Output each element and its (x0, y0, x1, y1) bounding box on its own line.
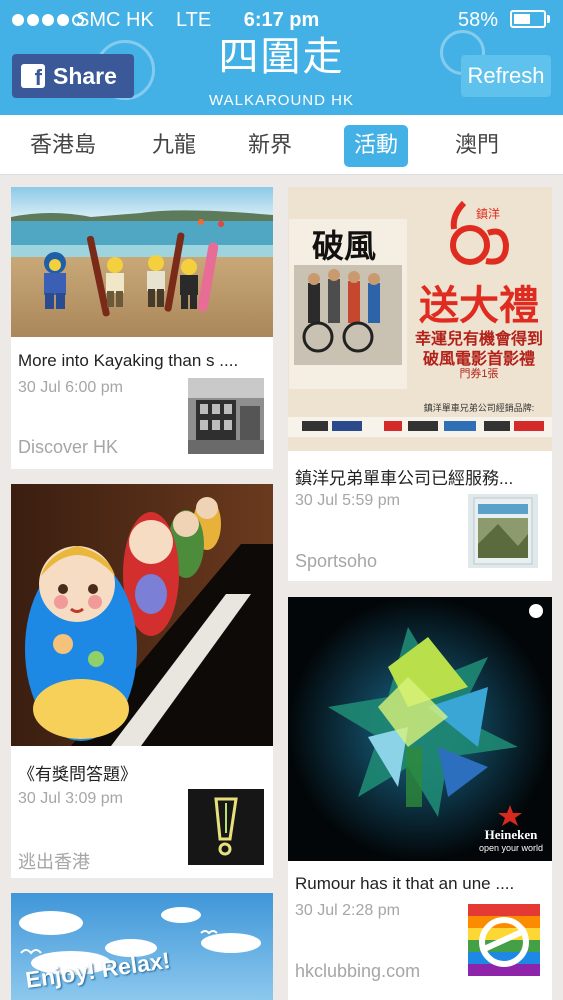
battery-percent: 58% (458, 9, 499, 31)
facebook-icon: f (21, 64, 45, 88)
carrier-label: SMC HK (76, 9, 154, 31)
battery-tip (547, 15, 550, 23)
card-source: hkclubbing.com (295, 961, 421, 981)
card-time: 30 Jul 6:00 pm (18, 379, 123, 396)
kayaking-photo (11, 187, 273, 337)
promo-number: 65 (466, 217, 467, 218)
tab-hong-kong-island[interactable]: 香港島 (20, 125, 106, 167)
card-source: Sportsoho (295, 551, 378, 571)
card-source: Discover HK (18, 437, 119, 457)
card-title: Rumour has it that an une .... (295, 874, 515, 893)
tab-new-territories[interactable]: 新界 (238, 125, 302, 167)
feed-card[interactable]: More into Kayaking than s .... 30 Jul 6:… (11, 187, 273, 469)
signal-strength-icon (12, 13, 84, 27)
category-tabs: 香港島 九龍 新界 活動 澳門 (0, 115, 563, 175)
poster-title: 破風 (312, 227, 377, 265)
beer-brand: Heineken (484, 827, 538, 842)
feed-card[interactable]: 破風 鎮洋 65 送大禮 幸運兒有機會得到 破風電影首影禮 門券1張 鎮洋單車兄… (288, 187, 552, 581)
matryoshka-photo (11, 484, 273, 746)
refresh-button[interactable]: Refresh (461, 55, 551, 97)
source-thumbnail (468, 904, 540, 976)
beer-tagline: open your world (478, 843, 544, 853)
card-time: 30 Jul 3:09 pm (18, 790, 123, 807)
battery-icon (510, 10, 546, 28)
card-source: 逃出香港 (18, 852, 90, 872)
feed-card[interactable]: Enjoy! Relax! (11, 893, 273, 1000)
source-thumbnail (188, 789, 264, 865)
source-thumbnail (188, 378, 264, 454)
card-title: 鎮洋兄弟單車公司已經服務... (295, 469, 514, 488)
promo-headline: 送大禮 (419, 283, 539, 329)
promo-line: 門券1張 (459, 368, 499, 380)
card-title: More into Kayaking than s .... (18, 351, 239, 370)
share-button[interactable]: f Share (12, 54, 134, 98)
tab-events[interactable]: 活動 (344, 125, 408, 167)
promo-sponsor-line: 鎮洋單車兄弟公司經銷品牌: (423, 403, 535, 413)
app-header: SMC HK LTE 6:17 pm 58% 四圍走 WALKAROUND HK… (0, 0, 563, 115)
card-time: 30 Jul 5:59 pm (295, 492, 400, 509)
feed-card[interactable]: Heineken open your world Rumour has it t… (288, 597, 552, 1000)
app-screen: SMC HK LTE 6:17 pm 58% 四圍走 WALKAROUND HK… (0, 0, 563, 1000)
source-thumbnail (468, 494, 538, 568)
network-label: LTE (176, 9, 212, 31)
feed-card[interactable]: 《有獎問答題》 30 Jul 3:09 pm 逃出香港 (11, 484, 273, 878)
card-title: 《有獎問答題》 (18, 765, 137, 784)
tab-kowloon[interactable]: 九龍 (140, 125, 208, 167)
promo-brand: 鎮洋 (476, 207, 501, 221)
promo-poster: 破風 鎮洋 65 送大禮 幸運兒有機會得到 破風電影首影禮 門券1張 鎮洋單車兄… (288, 187, 552, 451)
heineken-poster: Heineken open your world (288, 597, 552, 861)
card-time: 30 Jul 2:28 pm (295, 902, 400, 919)
share-label: Share (53, 62, 117, 89)
tab-macau[interactable]: 澳門 (442, 125, 512, 167)
